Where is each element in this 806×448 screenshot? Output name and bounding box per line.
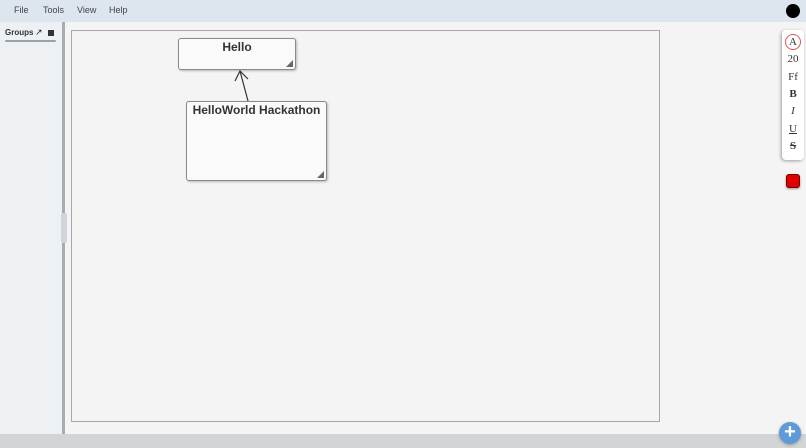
node-title: Hello <box>222 40 252 54</box>
arrow-up-right-icon[interactable]: ↗ <box>35 27 43 38</box>
status-bar <box>0 434 806 448</box>
menu-bar: File Tools View Help <box>0 0 806 22</box>
font-size-button[interactable]: 20 <box>782 53 804 65</box>
color-swatch-button[interactable] <box>786 174 800 188</box>
font-color-button[interactable]: A <box>785 34 801 50</box>
bold-button[interactable]: B <box>782 88 804 100</box>
add-node-button[interactable]: + <box>779 422 801 444</box>
node-hello[interactable]: Hello <box>178 38 296 70</box>
underline-button[interactable]: U <box>782 123 804 135</box>
text-format-toolbar: A 20 Ff B I U S <box>782 30 804 160</box>
avatar[interactable] <box>786 4 800 18</box>
resize-handle-icon[interactable] <box>317 171 324 178</box>
menu-file[interactable]: File <box>14 5 29 15</box>
resize-handle-icon[interactable] <box>286 60 293 67</box>
font-family-button[interactable]: Ff <box>782 71 804 83</box>
node-title: HelloWorld Hackathon <box>192 103 321 117</box>
menu-tools[interactable]: Tools <box>43 5 64 15</box>
strikethrough-button[interactable]: S <box>782 140 804 152</box>
square-icon[interactable] <box>47 29 55 37</box>
menu-view[interactable]: View <box>77 5 96 15</box>
canvas[interactable]: Hello HelloWorld Hackathon <box>71 30 660 422</box>
groups-tab-indicator <box>5 40 56 42</box>
sidebar-resize-handle[interactable] <box>61 213 67 243</box>
connector-arrow <box>234 69 249 102</box>
groups-label: Groups <box>5 28 34 37</box>
sidebar: Groups ↗ <box>0 22 62 434</box>
italic-button[interactable]: I <box>782 105 804 117</box>
node-helloworld-hackathon[interactable]: HelloWorld Hackathon <box>186 101 327 181</box>
menu-help[interactable]: Help <box>109 5 128 15</box>
